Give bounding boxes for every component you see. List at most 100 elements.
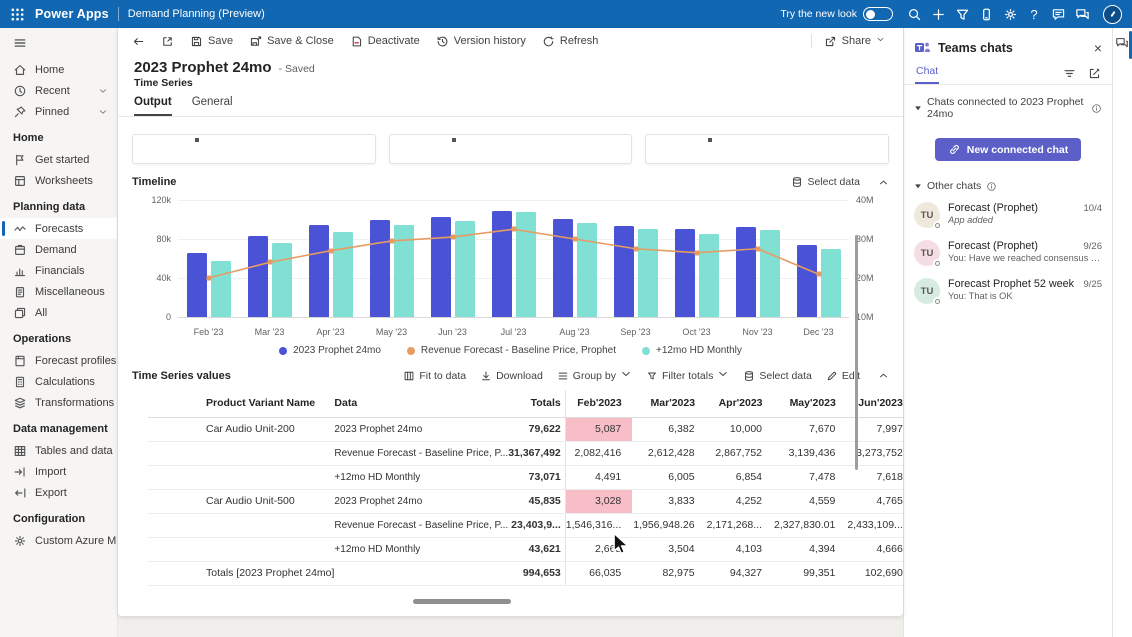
sidebar-item-financials[interactable]: Financials <box>0 260 117 281</box>
sidebar-item-import[interactable]: Import <box>0 461 117 482</box>
value-cell[interactable]: 94,327 <box>706 560 774 586</box>
value-cell[interactable]: 102,690 <box>846 560 903 586</box>
back-button[interactable] <box>124 29 153 53</box>
value-cell[interactable]: 4,491 <box>564 465 633 490</box>
value-cell[interactable]: 3,028 <box>564 489 633 514</box>
teams-chat-icon[interactable] <box>1070 2 1094 26</box>
value-cell[interactable]: 3,504 <box>632 537 707 562</box>
mobile-icon[interactable] <box>974 2 998 26</box>
legend-item-2023-prophet-24mo[interactable]: 2023 Prophet 24mo <box>279 345 381 356</box>
version-history-button[interactable]: Version history <box>428 29 534 53</box>
sidebar-item-export[interactable]: Export <box>0 482 117 503</box>
value-cell[interactable]: 99,351 <box>773 560 847 586</box>
value-cell[interactable]: 3,833 <box>632 489 707 514</box>
select-data-button[interactable]: Select data <box>743 370 812 382</box>
value-cell[interactable]: 4,103 <box>706 537 774 562</box>
timeline-chart[interactable]: 0 10M 40k 20M 80k 30M 120k 40M Feb '23 Mar '23 Apr… <box>132 195 889 340</box>
value-cell[interactable]: 5,087 <box>564 417 633 442</box>
settings-icon[interactable] <box>998 2 1022 26</box>
collapse-section-icon[interactable] <box>878 370 889 381</box>
summary-card[interactable] <box>132 134 376 164</box>
app-launcher-waffle-icon[interactable] <box>8 5 26 23</box>
search-icon[interactable] <box>902 2 926 26</box>
value-cell[interactable]: 2,171,268... <box>706 513 774 538</box>
value-cell[interactable]: 7,670 <box>773 417 847 442</box>
column-header-feb-2023[interactable]: Feb'2023 <box>564 390 633 418</box>
hamburger-menu-icon[interactable] <box>0 28 117 59</box>
filter-icon[interactable] <box>950 2 974 26</box>
chat-filter-icon[interactable] <box>1063 67 1076 80</box>
value-cell[interactable]: 2,433,109... <box>846 513 903 538</box>
horizontal-scrollbar-thumb[interactable] <box>413 599 511 604</box>
value-cell[interactable]: 4,394 <box>773 537 847 562</box>
info-icon[interactable] <box>986 181 997 192</box>
save-close-button[interactable]: Save & Close <box>241 29 342 53</box>
sidebar-item-tables-and-data[interactable]: Tables and data <box>0 440 117 461</box>
value-cell[interactable]: 4,765 <box>846 489 903 514</box>
info-icon[interactable] <box>1091 103 1102 114</box>
sidebar-item-custom-azure-ml[interactable]: Custom Azure ML <box>0 530 117 551</box>
other-chats-header[interactable]: Other chats <box>904 169 1112 194</box>
sidebar-item-all[interactable]: All <box>0 302 117 323</box>
fit-to-data-button[interactable]: Fit to data <box>403 370 466 382</box>
chat-list-item[interactable]: TU Forecast (Prophet) 10/4 App added <box>909 196 1107 234</box>
value-cell[interactable]: 3,139,436 <box>773 441 847 466</box>
filter-totals-button[interactable]: Filter totals <box>646 368 729 383</box>
value-cell[interactable]: 1,956,948.26 <box>632 513 707 538</box>
group-by-button[interactable]: Group by <box>557 368 632 383</box>
column-header-may-2023[interactable]: May'2023 <box>773 390 847 418</box>
close-icon[interactable]: × <box>1094 41 1102 55</box>
sidebar-item-demand[interactable]: Demand <box>0 239 117 260</box>
legend-item-12mo-hd-monthly[interactable]: +12mo HD Monthly <box>642 345 742 356</box>
value-cell[interactable]: 1,546,316... <box>564 513 633 538</box>
summary-card[interactable] <box>388 134 633 164</box>
value-cell[interactable]: 2,327,830.01 <box>773 513 847 538</box>
download-button[interactable]: Download <box>480 370 543 382</box>
column-header-mar-2023[interactable]: Mar'2023 <box>632 390 707 418</box>
app-name[interactable]: Power Apps <box>35 7 109 21</box>
sidebar-item-calculations[interactable]: Calculations <box>0 371 117 392</box>
column-header-apr-2023[interactable]: Apr'2023 <box>706 390 774 418</box>
new-connected-chat-button[interactable]: New connected chat <box>934 138 1082 161</box>
value-cell[interactable]: 4,252 <box>706 489 774 514</box>
value-cell[interactable]: 66,035 <box>564 560 633 586</box>
column-header-product-variant-name[interactable]: Product Variant Name <box>148 390 335 418</box>
chevron-down-icon[interactable] <box>98 107 108 117</box>
sidebar-item-pinned[interactable]: Pinned <box>0 101 117 122</box>
value-cell[interactable]: 4,559 <box>773 489 847 514</box>
new-chat-compose-icon[interactable] <box>1088 67 1101 80</box>
vertical-scrollbar-thumb[interactable] <box>855 235 858 470</box>
value-cell[interactable]: 4,666 <box>846 537 903 562</box>
value-cell[interactable]: 6,005 <box>632 465 707 490</box>
help-icon[interactable]: ? <box>1022 2 1046 26</box>
add-icon[interactable] <box>926 2 950 26</box>
tab-output[interactable]: Output <box>134 96 172 116</box>
collapse-section-icon[interactable] <box>878 177 889 188</box>
sidebar-item-transformations[interactable]: Transformations <box>0 392 117 413</box>
value-cell[interactable]: 7,478 <box>773 465 847 490</box>
sidebar-item-worksheets[interactable]: Worksheets <box>0 170 117 191</box>
user-avatar[interactable] <box>1103 4 1122 24</box>
connected-chats-header[interactable]: Chats connected to 2023 Prophet 24mo <box>904 85 1112 122</box>
deactivate-button[interactable]: Deactivate <box>342 29 428 53</box>
tab-chat[interactable]: Chat <box>915 63 940 84</box>
value-cell[interactable]: 2,867,752 <box>706 441 774 466</box>
environment-name[interactable]: Demand Planning (Preview) <box>128 8 265 20</box>
sidebar-item-get-started[interactable]: Get started <box>0 149 117 170</box>
feedback-icon[interactable] <box>1046 2 1070 26</box>
summary-card[interactable] <box>645 134 890 164</box>
column-header-data[interactable]: Data <box>334 390 509 418</box>
chat-list-item[interactable]: TU Forecast (Prophet) 9/26 You: Have we rea… <box>909 234 1107 272</box>
sidebar-item-recent[interactable]: Recent <box>0 80 117 101</box>
column-header-totals[interactable]: Totals <box>508 390 566 418</box>
value-cell[interactable]: 2,082,416 <box>564 441 633 466</box>
sidebar-item-forecasts[interactable]: Forecasts <box>0 218 117 239</box>
sidebar-item-forecast-profiles[interactable]: Forecast profiles <box>0 350 117 371</box>
sidebar-item-home[interactable]: Home <box>0 59 117 80</box>
legend-item-revenue-forecast-baseline-price-prophet[interactable]: Revenue Forecast - Baseline Price, Proph… <box>406 345 616 356</box>
select-data-button[interactable]: Select data <box>791 176 860 188</box>
sidebar-item-miscellaneous[interactable]: Miscellaneous <box>0 281 117 302</box>
chevron-down-icon[interactable] <box>98 86 108 96</box>
chat-list-item[interactable]: TU Forecast Prophet 52 week 9/25 You: That … <box>909 272 1107 310</box>
value-cell[interactable]: 10,000 <box>706 417 774 442</box>
